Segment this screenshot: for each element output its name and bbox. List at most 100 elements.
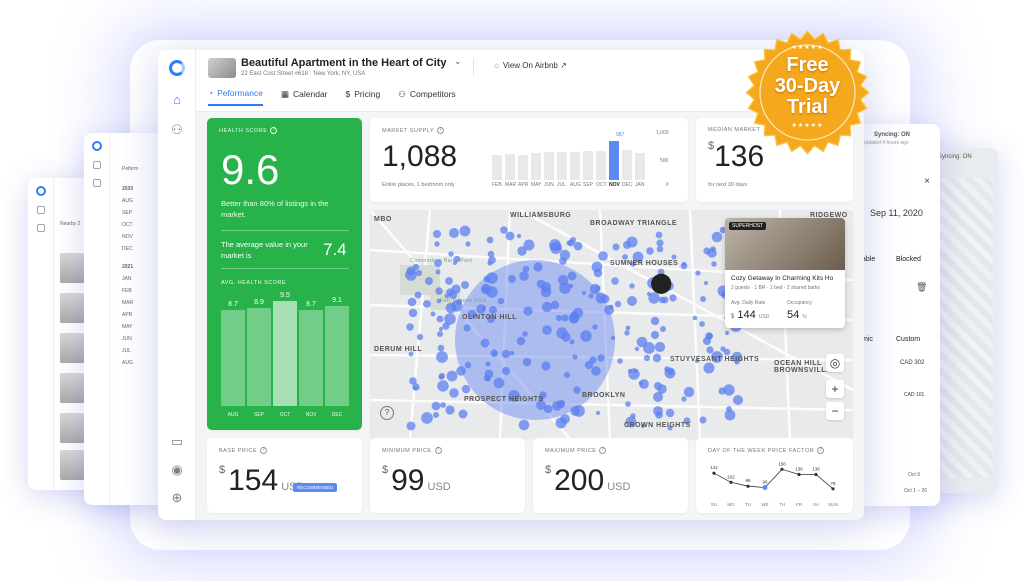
listing-dot[interactable] bbox=[681, 396, 687, 402]
listing-dot[interactable] bbox=[692, 315, 698, 321]
listing-dot[interactable] bbox=[611, 277, 619, 285]
listing-dot[interactable] bbox=[522, 265, 530, 273]
help-icon[interactable]: ? bbox=[270, 127, 278, 134]
listing-dot[interactable] bbox=[629, 283, 635, 289]
factor-point[interactable] bbox=[780, 467, 784, 471]
listing-dot[interactable] bbox=[614, 300, 622, 308]
people-icon[interactable]: ⚇ bbox=[169, 122, 185, 138]
factor-point[interactable] bbox=[746, 484, 750, 488]
market-map[interactable]: MBO WILLIAMSBURG BROADWAY TRIANGLE SUMNER H… bbox=[370, 210, 853, 439]
listing-dot[interactable] bbox=[414, 291, 422, 299]
map-pin-icon[interactable]: ⬤ bbox=[650, 270, 672, 295]
listing-dot[interactable] bbox=[669, 294, 677, 302]
listing-dot[interactable] bbox=[671, 254, 677, 260]
listing-dot[interactable] bbox=[700, 296, 706, 302]
listing-dot[interactable] bbox=[702, 336, 712, 346]
listing-dot[interactable] bbox=[561, 332, 571, 342]
listing-dot[interactable] bbox=[610, 335, 616, 341]
listing-dot[interactable] bbox=[665, 408, 675, 418]
listing-dot[interactable] bbox=[592, 324, 598, 330]
help-icon[interactable]: ? bbox=[434, 447, 442, 454]
listing-dot[interactable] bbox=[425, 277, 433, 285]
listing-dot[interactable] bbox=[650, 316, 660, 326]
listing-dot[interactable] bbox=[597, 354, 605, 362]
close-icon[interactable]: × bbox=[924, 176, 930, 187]
factor-point[interactable] bbox=[712, 471, 716, 475]
month-item[interactable]: AUG bbox=[122, 195, 133, 207]
zoom-in-button[interactable]: + bbox=[826, 380, 844, 398]
supply-bar[interactable] bbox=[583, 151, 593, 180]
listing-dot[interactable] bbox=[536, 279, 546, 289]
listing-dot[interactable] bbox=[522, 357, 532, 367]
listing-dot[interactable] bbox=[559, 400, 565, 406]
listing-dot[interactable] bbox=[437, 344, 445, 352]
supply-bar[interactable] bbox=[622, 150, 632, 180]
listing-dot[interactable] bbox=[636, 336, 648, 348]
listing-dot[interactable] bbox=[680, 262, 688, 270]
listing-dot[interactable] bbox=[541, 361, 551, 371]
listing-dot[interactable] bbox=[438, 372, 446, 380]
listing-dot[interactable] bbox=[486, 286, 498, 298]
listing-dot[interactable] bbox=[630, 413, 636, 419]
listing-dot[interactable] bbox=[407, 297, 417, 307]
help-icon[interactable]: ? bbox=[817, 447, 825, 454]
factor-point[interactable] bbox=[831, 487, 835, 491]
listing-dot[interactable] bbox=[437, 331, 443, 337]
listing-dot[interactable] bbox=[458, 409, 468, 419]
listing-dot[interactable] bbox=[568, 283, 574, 289]
listing-dot[interactable] bbox=[627, 296, 637, 306]
month-item[interactable]: JUL bbox=[122, 345, 133, 357]
listing-dot[interactable] bbox=[617, 358, 623, 364]
wallet-icon[interactable]: ▭ bbox=[169, 434, 185, 450]
listing-dot[interactable] bbox=[540, 286, 552, 298]
listing-dot[interactable] bbox=[421, 412, 433, 424]
listing-dot[interactable] bbox=[483, 275, 491, 283]
listing-dot[interactable] bbox=[484, 369, 494, 379]
tab-calendar[interactable]: ▦ Calendar bbox=[281, 88, 328, 106]
listing-dot[interactable] bbox=[646, 247, 654, 255]
listing-dot[interactable] bbox=[436, 315, 444, 323]
listing-dot[interactable] bbox=[559, 257, 567, 265]
listing-dot[interactable] bbox=[434, 241, 440, 247]
listing-dot[interactable] bbox=[650, 330, 660, 340]
listing-dot[interactable] bbox=[488, 256, 496, 264]
listing-dot[interactable] bbox=[438, 326, 444, 332]
listing-title[interactable]: Beautiful Apartment in the Heart of City bbox=[241, 57, 447, 69]
listing-dot[interactable] bbox=[448, 251, 454, 257]
factor-point[interactable] bbox=[762, 485, 768, 490]
listing-dot[interactable] bbox=[433, 412, 439, 418]
supply-bar[interactable] bbox=[505, 154, 515, 180]
view-on-airbnb-link[interactable]: ⌂ View On Airbnb ↗ bbox=[494, 61, 567, 70]
health-bar[interactable] bbox=[299, 310, 323, 406]
listing-dot[interactable] bbox=[440, 402, 446, 408]
listing-dot[interactable] bbox=[497, 297, 505, 305]
listing-dot[interactable] bbox=[492, 351, 498, 357]
listing-dot[interactable] bbox=[699, 416, 707, 424]
listing-dot[interactable] bbox=[480, 338, 490, 348]
globe-icon[interactable]: ⊕ bbox=[169, 490, 185, 506]
listing-dot[interactable] bbox=[653, 406, 663, 416]
user-icon[interactable]: ◉ bbox=[169, 462, 185, 478]
listing-popup[interactable]: SUPERHOST Cozy Getaway In Charming Kits … bbox=[725, 218, 845, 328]
factor-point[interactable] bbox=[729, 480, 733, 484]
listing-dot[interactable] bbox=[584, 360, 594, 370]
listing-dot[interactable] bbox=[591, 366, 601, 376]
listing-dot[interactable] bbox=[555, 314, 563, 322]
tab-performance[interactable]: ◔ Peformance bbox=[208, 88, 263, 106]
listing-dot[interactable] bbox=[595, 285, 601, 291]
listing-dot[interactable] bbox=[405, 269, 417, 281]
listing-dot[interactable] bbox=[563, 371, 571, 379]
listing-dot[interactable] bbox=[461, 384, 471, 394]
listing-dot[interactable] bbox=[516, 336, 526, 346]
listing-dot[interactable] bbox=[516, 233, 522, 239]
listing-dot[interactable] bbox=[518, 419, 530, 431]
chevron-down-icon[interactable]: ⌄ bbox=[454, 56, 462, 67]
month-item[interactable]: FEB bbox=[122, 285, 133, 297]
listing-dot[interactable] bbox=[683, 386, 695, 398]
listing-dot[interactable] bbox=[406, 323, 414, 331]
listing-dot[interactable] bbox=[463, 324, 471, 332]
listing-dot[interactable] bbox=[437, 380, 449, 392]
listing-dot[interactable] bbox=[456, 366, 466, 376]
listing-dot[interactable] bbox=[459, 225, 471, 237]
listing-dot[interactable] bbox=[643, 354, 651, 362]
